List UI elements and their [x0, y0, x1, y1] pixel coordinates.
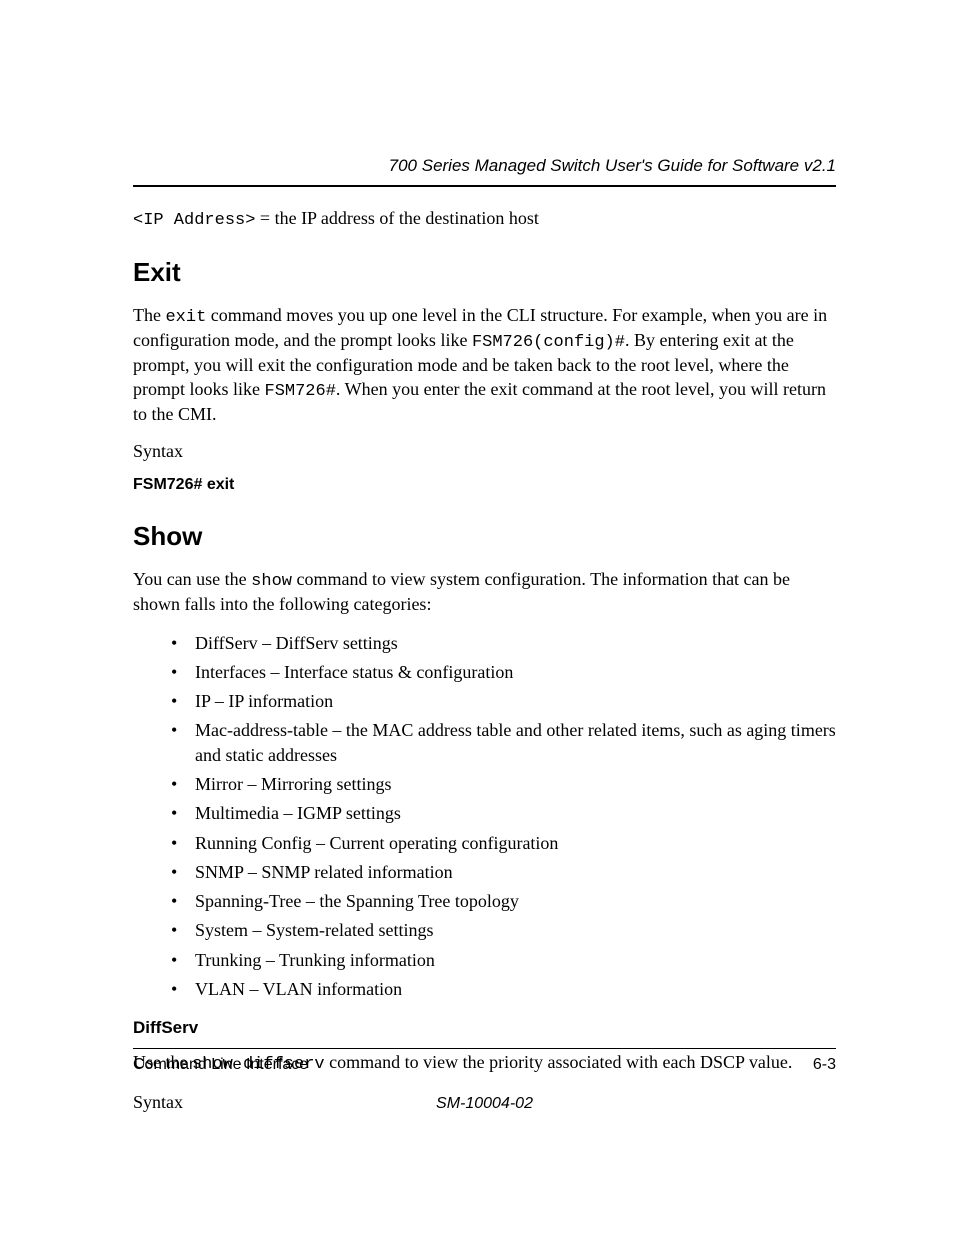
diffserv-subheading: DiffServ	[133, 1017, 836, 1039]
list-item: Interfaces – Interface status & configur…	[133, 660, 836, 684]
list-item: System – System-related settings	[133, 918, 836, 942]
list-item: IP – IP information	[133, 689, 836, 713]
header-rule	[133, 185, 836, 187]
list-item: Mac-address-table – the MAC address tabl…	[133, 718, 836, 767]
footer-doc-id: SM-10004-02	[133, 1094, 836, 1115]
footer-rule	[133, 1048, 836, 1049]
ip-address-line: <IP Address> = the IP address of the des…	[133, 207, 836, 232]
list-item: Spanning-Tree – the Spanning Tree topolo…	[133, 889, 836, 913]
list-item: SNMP – SNMP related information	[133, 860, 836, 884]
show-heading: Show	[133, 520, 836, 554]
show-category-list: DiffServ – DiffServ settings Interfaces …	[133, 631, 836, 1002]
list-item: DiffServ – DiffServ settings	[133, 631, 836, 655]
footer-page-number: 6-3	[813, 1055, 836, 1076]
exit-paragraph: The exit command moves you up one level …	[133, 304, 836, 426]
page-footer: Command Line Interface 6-3 SM-10004-02	[133, 1048, 836, 1115]
list-item: Trunking – Trunking information	[133, 948, 836, 972]
list-item: Mirror – Mirroring settings	[133, 772, 836, 796]
exit-heading: Exit	[133, 256, 836, 290]
ip-address-code: <IP Address>	[133, 211, 255, 230]
footer-left: Command Line Interface	[133, 1055, 308, 1076]
exit-syntax-label: Syntax	[133, 440, 836, 463]
doc-header-title: 700 Series Managed Switch User's Guide f…	[133, 155, 836, 177]
list-item: Running Config – Current operating confi…	[133, 831, 836, 855]
exit-syntax-command: FSM726# exit	[133, 475, 836, 496]
list-item: VLAN – VLAN information	[133, 977, 836, 1001]
show-paragraph: You can use the show command to view sys…	[133, 568, 836, 616]
ip-address-desc: = the IP address of the destination host	[255, 208, 538, 228]
list-item: Multimedia – IGMP settings	[133, 801, 836, 825]
